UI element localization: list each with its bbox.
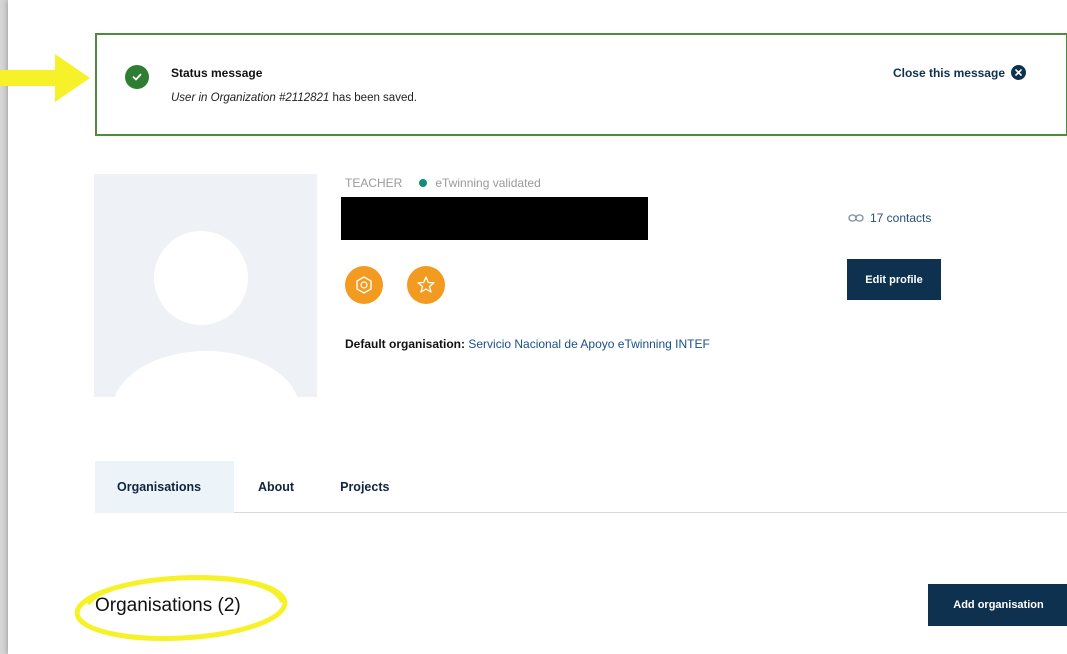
profile-tabs: Organisations About Projects bbox=[95, 461, 1067, 513]
add-organisation-button[interactable]: Add organisation bbox=[928, 584, 1067, 626]
contacts-link[interactable]: 17 contacts bbox=[848, 211, 931, 225]
contacts-label: 17 contacts bbox=[870, 211, 932, 225]
check-circle-icon bbox=[125, 65, 149, 89]
link-icon bbox=[848, 214, 864, 222]
role-line: TEACHER eTwinning validated bbox=[345, 176, 541, 190]
hexagon-badge-icon[interactable] bbox=[345, 266, 383, 304]
status-text: User in Organization #2112821 has been s… bbox=[171, 92, 417, 104]
redacted-name bbox=[341, 197, 648, 240]
status-text-rest: has been saved. bbox=[329, 92, 417, 104]
default-org-link[interactable]: Servicio Nacional de Apoyo eTwinning INT… bbox=[468, 337, 709, 351]
avatar-head bbox=[154, 231, 248, 325]
tab-projects[interactable]: Projects bbox=[340, 461, 389, 513]
default-org-label: Default organisation: bbox=[345, 337, 466, 351]
tab-about[interactable]: About bbox=[258, 461, 294, 513]
close-message-label: Close this message bbox=[892, 65, 1005, 80]
profile-page: Status message User in Organization #211… bbox=[8, 0, 1067, 654]
arrow-annotation-icon bbox=[0, 54, 90, 102]
status-title: Status message bbox=[171, 66, 263, 80]
edit-profile-button[interactable]: Edit profile bbox=[847, 259, 941, 300]
tab-organisations[interactable]: Organisations bbox=[95, 461, 234, 513]
star-badge-icon[interactable] bbox=[407, 266, 445, 304]
highlight-circle-annotation bbox=[74, 575, 288, 641]
status-message: Status message User in Organization #211… bbox=[95, 33, 1067, 136]
default-organisation: Default organisation: Servicio Nacional … bbox=[345, 337, 710, 351]
validated-dot-icon bbox=[419, 179, 428, 187]
role-label: TEACHER bbox=[345, 176, 403, 190]
status-text-org: User in Organization #2112821 bbox=[171, 92, 330, 104]
avatar-body bbox=[112, 351, 300, 397]
validation-label: eTwinning validated bbox=[435, 176, 541, 190]
avatar bbox=[94, 174, 317, 397]
close-icon bbox=[1011, 65, 1026, 80]
close-message-button[interactable]: Close this message bbox=[893, 65, 1026, 80]
